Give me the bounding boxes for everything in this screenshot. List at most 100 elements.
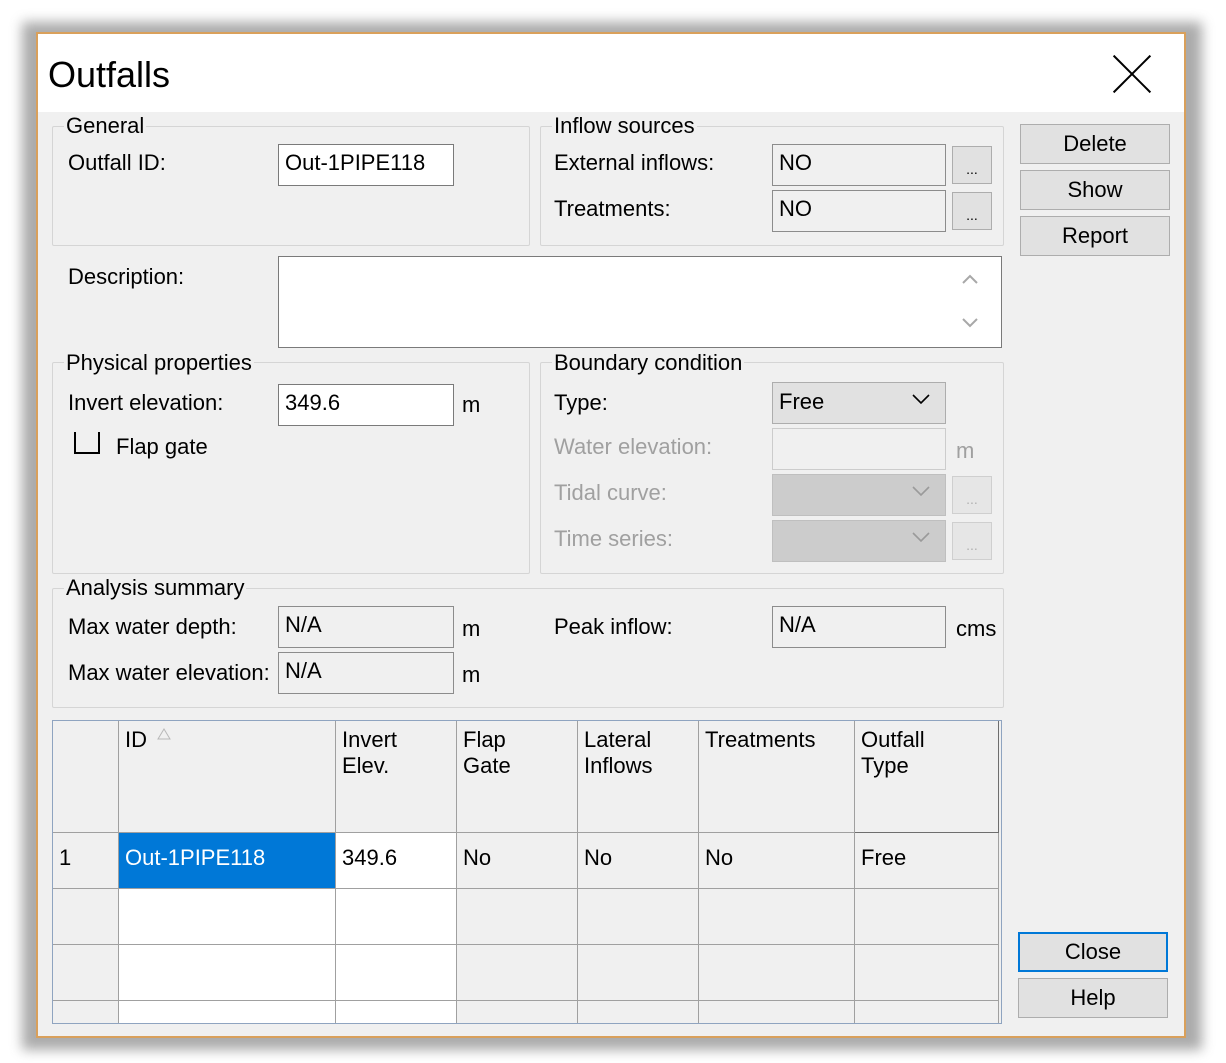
close-button[interactable]: Close	[1018, 932, 1168, 972]
table-cell-flap[interactable]: No	[457, 833, 578, 889]
treatments-label: Treatments:	[554, 196, 671, 221]
boundary-type-select[interactable]: Free	[772, 382, 946, 424]
column-header-invert-line1: Invert	[342, 727, 398, 752]
max-water-depth-unit: m	[462, 616, 481, 641]
external-inflows-label: External inflows:	[554, 150, 715, 175]
column-header-id[interactable]: ID	[119, 721, 336, 833]
water-elevation-unit: m	[956, 438, 975, 463]
max-water-elevation-field: N/A	[278, 652, 454, 694]
general-group-title: General	[64, 113, 147, 139]
column-header-flap-line2: Gate	[463, 753, 511, 778]
chevron-down-icon	[912, 532, 930, 543]
empty-table-cell[interactable]	[457, 889, 578, 945]
column-header-invert-line2: Elev.	[342, 753, 390, 778]
empty-table-cell[interactable]	[855, 889, 999, 945]
column-header-treatments[interactable]: Treatments	[699, 721, 855, 833]
empty-row-number-cell[interactable]	[53, 945, 119, 1001]
empty-table-cell[interactable]	[119, 1001, 336, 1023]
max-water-depth-field: N/A	[278, 606, 454, 648]
empty-table-cell[interactable]	[457, 1001, 578, 1023]
outfalls-dialog: Outfalls General Outfall ID: Out-1PIPE11…	[36, 32, 1186, 1038]
treatments-edit-button[interactable]: ...	[952, 192, 992, 230]
delete-button[interactable]: Delete	[1020, 124, 1170, 164]
water-elevation-label: Water elevation:	[554, 434, 713, 459]
external-inflows-edit-button[interactable]: ...	[952, 146, 992, 184]
boundary-type-label: Type:	[554, 390, 608, 415]
empty-table-cell[interactable]	[855, 1001, 999, 1023]
peak-inflow-field: N/A	[772, 606, 946, 648]
table-cell-id[interactable]: Out-1PIPE118	[119, 833, 336, 889]
invert-elevation-input[interactable]: 349.6	[278, 384, 454, 426]
report-button[interactable]: Report	[1020, 216, 1170, 256]
empty-table-cell[interactable]	[336, 889, 457, 945]
column-header-lateral-inflows[interactable]: Lateral Inflows	[578, 721, 699, 833]
row-number-cell[interactable]: 1	[53, 833, 119, 889]
empty-table-cell[interactable]	[336, 945, 457, 1001]
empty-table-cell[interactable]	[457, 945, 578, 1001]
empty-table-cell[interactable]	[699, 945, 855, 1001]
empty-table-cell[interactable]	[578, 1001, 699, 1023]
boundary-type-value: Free	[779, 389, 825, 414]
close-window-icon[interactable]	[1112, 54, 1152, 94]
title-bar: Outfalls	[38, 34, 1184, 112]
empty-table-cell[interactable]	[855, 945, 999, 1001]
time-series-edit-button: ...	[952, 522, 992, 560]
column-header-flap-line1: Flap	[463, 727, 506, 752]
boundary-condition-group-title: Boundary condition	[552, 350, 745, 376]
tidal-curve-edit-button: ...	[952, 476, 992, 514]
flap-gate-checkbox[interactable]	[74, 432, 100, 454]
column-header-type-line1: Outfall	[861, 727, 925, 752]
table-cell-treatments[interactable]: No	[699, 833, 855, 889]
table-cell-type[interactable]: Free	[855, 833, 999, 889]
outfall-id-input[interactable]: Out-1PIPE118	[278, 144, 454, 186]
help-button[interactable]: Help	[1018, 978, 1168, 1018]
column-header-flap-gate[interactable]: Flap Gate	[457, 721, 578, 833]
flap-gate-label[interactable]: Flap gate	[116, 434, 208, 460]
show-button[interactable]: Show	[1020, 170, 1170, 210]
table-cell-lateral[interactable]: No	[578, 833, 699, 889]
scroll-down-icon[interactable]	[961, 317, 979, 329]
invert-elevation-label: Invert elevation:	[68, 390, 224, 415]
peak-inflow-label: Peak inflow:	[554, 614, 673, 639]
table-cell-invert[interactable]: 349.6	[336, 833, 457, 889]
empty-table-cell[interactable]	[119, 945, 336, 1001]
table-corner-header	[53, 721, 119, 833]
column-header-treatments-label: Treatments	[705, 727, 816, 752]
empty-table-cell[interactable]	[578, 889, 699, 945]
empty-row-number-cell[interactable]	[53, 1001, 119, 1023]
empty-table-cell[interactable]	[699, 889, 855, 945]
tidal-curve-label: Tidal curve:	[554, 480, 667, 505]
external-inflows-field: NO	[772, 144, 946, 186]
scroll-up-icon[interactable]	[961, 273, 979, 285]
empty-table-cell[interactable]	[119, 889, 336, 945]
empty-row-number-cell[interactable]	[53, 889, 119, 945]
column-header-invert-elev[interactable]: Invert Elev.	[336, 721, 457, 833]
empty-table-cell[interactable]	[336, 1001, 457, 1023]
analysis-summary-group-title: Analysis summary	[64, 575, 247, 601]
tidal-curve-select	[772, 474, 946, 516]
empty-table-cell[interactable]	[699, 1001, 855, 1023]
inflow-sources-group-title: Inflow sources	[552, 113, 697, 139]
chevron-down-icon	[912, 394, 930, 405]
max-water-elevation-unit: m	[462, 662, 481, 687]
column-header-lateral-line2: Inflows	[584, 753, 653, 778]
peak-inflow-unit: cms	[956, 616, 997, 641]
description-textarea[interactable]	[278, 256, 1002, 348]
max-water-depth-label: Max water depth:	[68, 614, 237, 639]
column-header-lateral-line1: Lateral	[584, 727, 652, 752]
dialog-title: Outfalls	[48, 54, 171, 95]
sort-ascending-icon	[157, 728, 172, 740]
outfalls-table[interactable]: ID Invert Elev. Flap Gate Lateral Inflow…	[52, 720, 1002, 1024]
treatments-field: NO	[772, 190, 946, 232]
column-header-outfall-type[interactable]: Outfall Type	[855, 721, 999, 833]
chevron-down-icon	[912, 486, 930, 497]
time-series-select	[772, 520, 946, 562]
outfall-id-label: Outfall ID:	[68, 150, 166, 175]
description-label: Description:	[68, 264, 185, 289]
physical-properties-group-title: Physical properties	[64, 350, 254, 376]
time-series-label: Time series:	[554, 526, 673, 551]
invert-elevation-unit: m	[462, 392, 481, 417]
empty-table-cell[interactable]	[578, 945, 699, 1001]
max-water-elevation-label: Max water elevation:	[68, 660, 270, 685]
water-elevation-input	[772, 428, 946, 470]
